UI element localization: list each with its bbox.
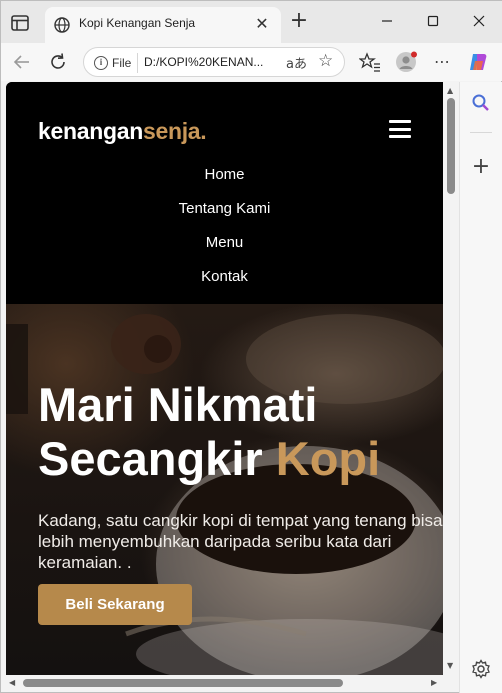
hero-title-secangkir: Secangkir bbox=[38, 432, 263, 485]
logo-part-1: kenangan bbox=[38, 118, 143, 144]
nav-link-tentang-kami[interactable]: Tentang Kami bbox=[179, 200, 271, 217]
tab-strip: Kopi Kenangan Senja ✕ + bbox=[1, 1, 502, 43]
nav-item-kontak: Kontak bbox=[6, 266, 443, 300]
profile-icon[interactable] bbox=[395, 51, 417, 73]
nav-link-menu[interactable]: Menu bbox=[206, 234, 244, 251]
close-tab-icon[interactable]: ✕ bbox=[253, 15, 271, 33]
maximize-icon[interactable] bbox=[423, 11, 443, 31]
new-tab-icon[interactable]: + bbox=[289, 10, 309, 32]
buy-now-button[interactable]: Beli Sekarang bbox=[38, 584, 192, 625]
site-info-chip[interactable]: i File bbox=[90, 53, 139, 73]
hero-description: Kadang, satu cangkir kopi di tempat yang… bbox=[38, 511, 443, 572]
back-icon[interactable] bbox=[11, 51, 33, 73]
close-window-icon[interactable] bbox=[469, 11, 489, 31]
hero-title-line-1: Mari Nikmati bbox=[38, 378, 318, 431]
url-text[interactable]: D:/KOPI%20KENAN... bbox=[144, 55, 263, 69]
site-navbar: kenangansenja. Home Tentang Kami Menu Ko… bbox=[6, 82, 443, 304]
sidebar-divider bbox=[470, 132, 492, 133]
hero-title: Mari Nikmati Secangkir Kopi bbox=[38, 378, 438, 486]
file-label: File bbox=[112, 56, 132, 70]
minimize-icon[interactable] bbox=[377, 11, 397, 31]
hero-title-accent: Kopi bbox=[275, 432, 381, 485]
nav-link-home[interactable]: Home bbox=[204, 166, 244, 183]
info-icon: i bbox=[94, 56, 108, 70]
hamburger-icon[interactable] bbox=[389, 120, 411, 138]
nav-item-home: Home bbox=[6, 164, 443, 198]
logo-part-2: senja. bbox=[142, 118, 207, 144]
nav-item-tentang-kami: Tentang Kami bbox=[6, 198, 443, 232]
nav-link-kontak[interactable]: Kontak bbox=[201, 268, 248, 285]
add-sidebar-icon[interactable]: + bbox=[470, 156, 492, 178]
browser-toolbar: i File D:/KOPI%20KENAN... aあ ☆ ⋯ bbox=[1, 43, 502, 81]
scroll-left-arrow-icon[interactable]: ◀ bbox=[9, 678, 15, 687]
browser-sidebar: + bbox=[459, 82, 502, 693]
globe-icon bbox=[53, 16, 71, 34]
reload-icon[interactable] bbox=[47, 51, 69, 73]
search-sidebar-icon[interactable] bbox=[470, 92, 492, 114]
favorites-icon[interactable] bbox=[358, 51, 381, 73]
vertical-scroll-thumb[interactable] bbox=[447, 98, 455, 194]
favorite-star-icon[interactable]: ☆ bbox=[318, 51, 333, 71]
read-aloud-icon[interactable]: aあ bbox=[286, 53, 307, 72]
settings-icon[interactable] bbox=[470, 658, 492, 680]
more-icon[interactable]: ⋯ bbox=[431, 51, 453, 73]
browser-window: Kopi Kenangan Senja ✕ + i File D:/KOPI%2… bbox=[0, 0, 502, 693]
scroll-right-arrow-icon[interactable]: ▶ bbox=[431, 678, 437, 687]
site-logo[interactable]: kenangansenja. bbox=[38, 118, 207, 145]
active-tab[interactable]: Kopi Kenangan Senja ✕ bbox=[45, 7, 281, 43]
hero-title-line-2: Secangkir Kopi bbox=[38, 432, 438, 486]
scroll-up-arrow-icon[interactable]: ▲ bbox=[447, 86, 453, 95]
horizontal-scroll-thumb[interactable] bbox=[23, 679, 343, 687]
nav-item-menu: Menu bbox=[6, 232, 443, 266]
copilot-icon[interactable] bbox=[467, 51, 489, 73]
hero-section: Mari Nikmati Secangkir Kopi Kadang, satu… bbox=[6, 304, 443, 675]
nav-menu: Home Tentang Kami Menu Kontak bbox=[6, 164, 443, 300]
page-viewport: kenangansenja. Home Tentang Kami Menu Ko… bbox=[6, 82, 443, 675]
tab-actions-icon[interactable] bbox=[9, 12, 33, 34]
scroll-down-arrow-icon[interactable]: ▼ bbox=[447, 661, 453, 670]
tab-title: Kopi Kenangan Senja bbox=[79, 16, 196, 30]
address-bar[interactable]: i File D:/KOPI%20KENAN... aあ ☆ bbox=[83, 47, 345, 77]
